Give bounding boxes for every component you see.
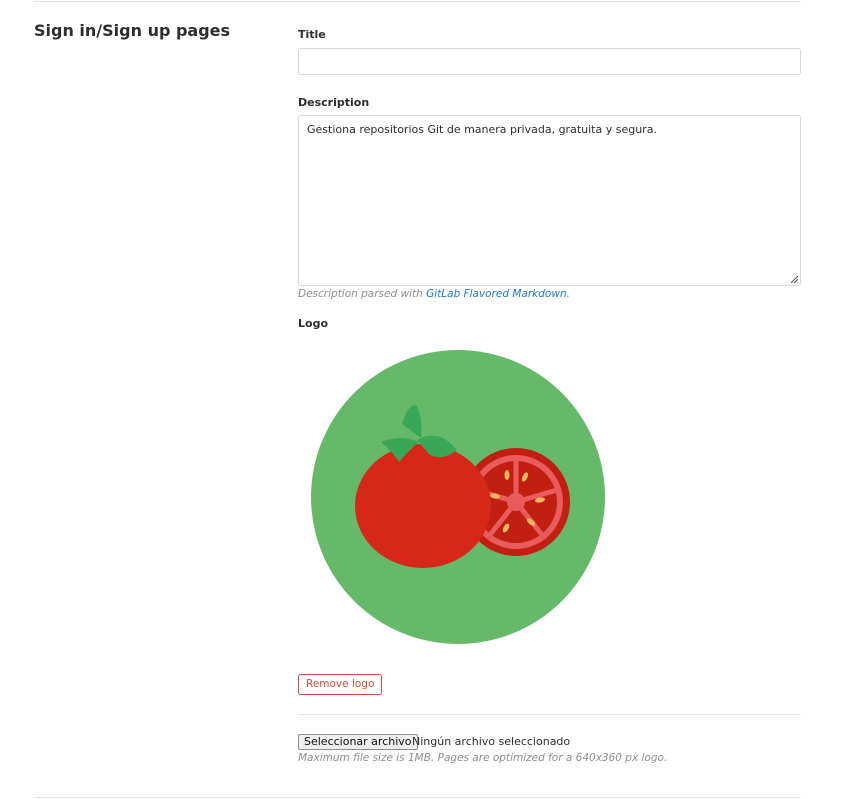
description-text: Gestiona repositorios Git de manera priv… xyxy=(307,123,657,136)
logo-divider xyxy=(298,714,801,715)
section-title: Sign in/Sign up pages xyxy=(34,21,231,40)
markdown-link[interactable]: GitLab Flavored Markdown xyxy=(426,288,567,300)
top-divider xyxy=(34,1,801,2)
choose-file-button[interactable]: Seleccionar archivo xyxy=(298,734,418,750)
title-input[interactable] xyxy=(298,48,801,75)
logo-preview xyxy=(311,350,605,644)
remove-logo-button[interactable]: Remove logo xyxy=(298,674,383,695)
description-help: Description parsed with GitLab Flavored … xyxy=(298,288,570,300)
resize-grip-icon[interactable] xyxy=(791,276,798,283)
description-textarea[interactable]: Gestiona repositorios Git de manera priv… xyxy=(298,115,801,286)
logo-label: Logo xyxy=(298,317,328,330)
description-label: Description xyxy=(298,96,370,109)
file-status: Ningún archivo seleccionado xyxy=(412,735,571,748)
description-help-suffix: . xyxy=(566,288,570,300)
description-help-prefix: Description parsed with xyxy=(298,288,427,300)
title-label: Title xyxy=(298,28,326,41)
file-help: Maximum file size is 1MB. Pages are opti… xyxy=(298,752,668,764)
tomato-logo-icon xyxy=(311,350,605,644)
bottom-divider xyxy=(34,797,801,798)
